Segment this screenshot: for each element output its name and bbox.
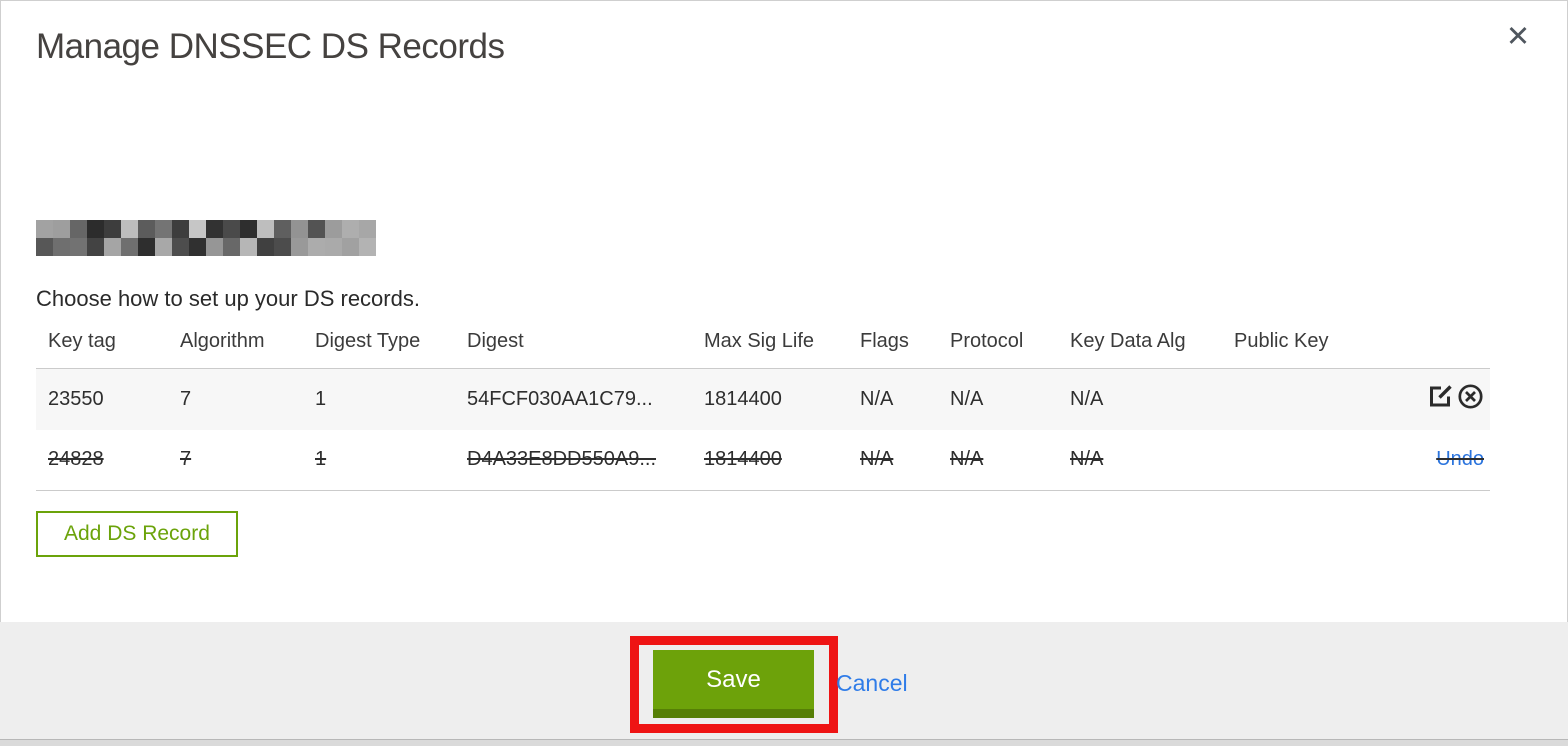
col-header-key-data-alg: Key Data Alg (1070, 330, 1186, 352)
cell-digest: 54FCF030AA1C79... (467, 387, 653, 410)
col-header-key-tag: Key tag (48, 330, 116, 352)
page-title: Manage DNSSEC DS Records (36, 27, 505, 66)
cell-actions (1380, 369, 1490, 430)
cell-public-key (1222, 430, 1380, 491)
save-button[interactable]: Save (653, 650, 814, 718)
ds-records-description: Choose how to set up your DS records. (36, 286, 420, 311)
col-header-digest: Digest (467, 330, 524, 352)
col-header-actions (1380, 330, 1490, 369)
col-header-max-sig-life: Max Sig Life (704, 330, 815, 352)
cancel-link[interactable]: Cancel (836, 670, 908, 697)
table-row: 23550 7 1 54FCF030AA1C79... 1814400 N/A … (36, 368, 1490, 430)
cell-flags: N/A (860, 448, 894, 471)
modal-footer: Save Cancel (0, 622, 1568, 739)
delete-circle-x-icon[interactable] (1457, 383, 1484, 410)
cell-algorithm: 7 (180, 448, 192, 471)
col-header-public-key: Public Key (1234, 330, 1329, 352)
edit-pencil-square-icon[interactable] (1427, 383, 1454, 410)
cell-key-data-alg: N/A (1070, 448, 1104, 471)
page-edge-behind-modal (0, 739, 1568, 746)
cell-flags: N/A (860, 387, 894, 410)
col-header-flags: Flags (860, 330, 909, 352)
redacted-domain-name (36, 220, 386, 256)
table-header-row: Key tag Algorithm Digest Type Digest Max… (36, 330, 1490, 369)
col-header-protocol: Protocol (950, 330, 1024, 352)
col-header-digest-type: Digest Type (315, 330, 421, 352)
dnssec-modal: Manage DNSSEC DS Records ✕ Choose how to… (0, 0, 1568, 746)
cell-digest-type: 1 (315, 448, 327, 471)
add-ds-record-button[interactable]: Add DS Record (36, 511, 238, 557)
cell-protocol: N/A (950, 448, 984, 471)
cell-max-sig-life: 1814400 (704, 448, 782, 471)
cell-key-data-alg: N/A (1070, 387, 1104, 410)
ds-records-table: Key tag Algorithm Digest Type Digest Max… (36, 330, 1490, 491)
cell-max-sig-life: 1814400 (704, 387, 782, 410)
cell-protocol: N/A (950, 387, 984, 410)
col-header-algorithm: Algorithm (180, 330, 265, 352)
close-icon[interactable]: ✕ (1501, 20, 1535, 54)
cell-public-key (1222, 369, 1380, 430)
table-row: 24828 7 1 D4A33E8DD550A9... 1814400 N/A … (36, 430, 1490, 491)
cell-actions: Undo (1380, 430, 1490, 491)
cell-digest-type: 1 (315, 387, 327, 410)
cell-digest: D4A33E8DD550A9... (467, 448, 657, 471)
cell-key-tag: 23550 (48, 387, 104, 410)
cell-key-tag: 24828 (48, 448, 104, 471)
cell-algorithm: 7 (180, 387, 192, 410)
undo-link[interactable]: Undo (1436, 448, 1484, 470)
